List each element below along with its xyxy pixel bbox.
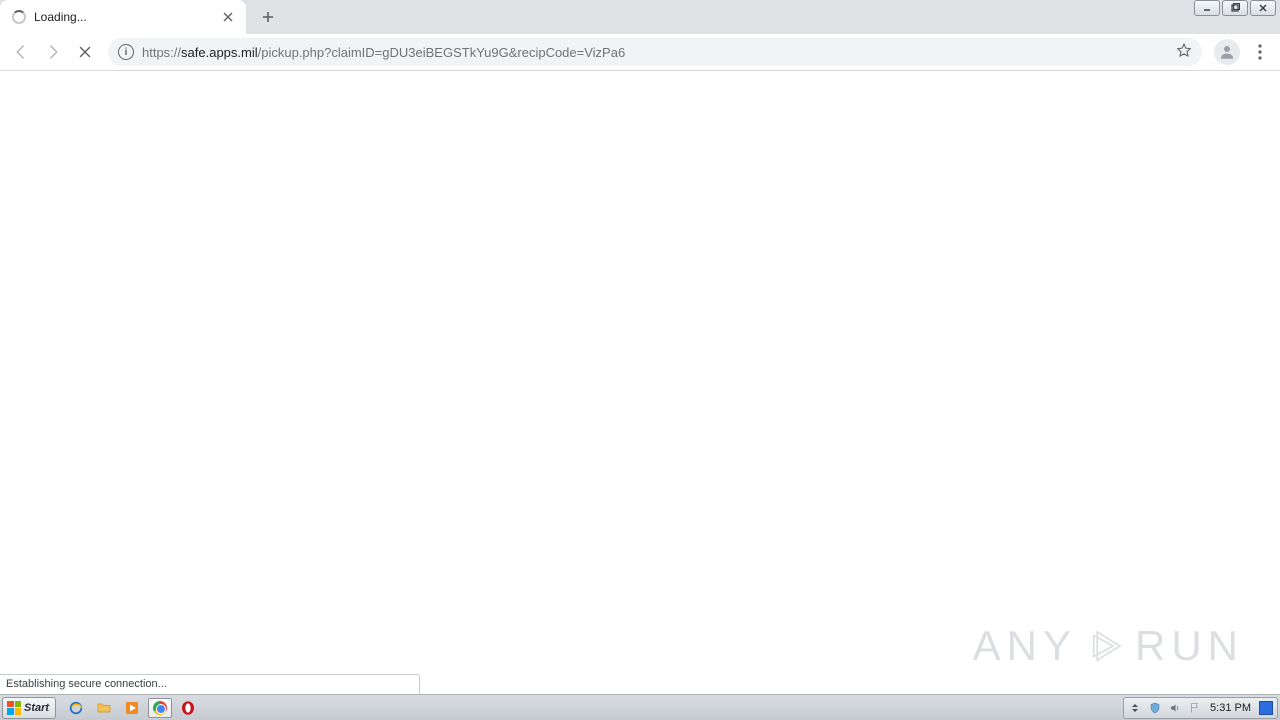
taskbar-media-icon[interactable] [120, 698, 144, 718]
taskbar: Start 5:31 PM [0, 694, 1280, 720]
tab-close-button[interactable] [220, 9, 236, 25]
url-text: https://safe.apps.mil/pickup.php?claimID… [142, 45, 1168, 60]
tray-expand-icon[interactable] [1128, 701, 1142, 715]
url-host: safe.apps.mil [181, 45, 258, 60]
tray-volume-icon[interactable] [1168, 701, 1182, 715]
browser-menu-button[interactable] [1246, 38, 1274, 66]
back-button[interactable] [6, 37, 36, 67]
url-path: /pickup.php?claimID=gDU3eiBEGSTkYu9G&rec… [258, 45, 626, 60]
window-maximize-button[interactable] [1222, 0, 1248, 16]
start-button[interactable]: Start [2, 697, 56, 719]
profile-avatar-button[interactable] [1214, 39, 1240, 65]
taskbar-opera-icon[interactable] [176, 698, 200, 718]
system-tray: 5:31 PM [1123, 697, 1278, 719]
browser-tab[interactable]: Loading... [0, 0, 246, 34]
quick-launch [64, 698, 200, 718]
forward-button[interactable] [38, 37, 68, 67]
status-text: Establishing secure connection... [6, 678, 167, 690]
tray-flag-icon[interactable] [1188, 701, 1202, 715]
window-minimize-button[interactable] [1194, 0, 1220, 16]
address-bar[interactable]: i https://safe.apps.mil/pickup.php?claim… [108, 38, 1202, 66]
taskbar-explorer-icon[interactable] [92, 698, 116, 718]
site-info-icon[interactable]: i [118, 44, 134, 60]
start-label: Start [24, 702, 49, 714]
chrome-logo-icon [153, 701, 167, 715]
taskbar-chrome-icon[interactable] [148, 698, 172, 718]
tab-title: Loading... [34, 10, 212, 24]
status-bar: Establishing secure connection... [0, 674, 420, 694]
taskbar-ie-icon[interactable] [64, 698, 88, 718]
window-controls [1194, 0, 1280, 18]
stop-button[interactable] [70, 37, 100, 67]
browser-toolbar: i https://safe.apps.mil/pickup.php?claim… [0, 34, 1280, 71]
page-content [0, 71, 1280, 694]
bookmark-star-icon[interactable] [1176, 42, 1192, 63]
url-scheme: https:// [142, 45, 181, 60]
window-close-button[interactable] [1250, 0, 1276, 16]
tray-clock[interactable]: 5:31 PM [1208, 702, 1253, 714]
windows-logo-icon [7, 701, 21, 715]
show-desktop-button[interactable] [1259, 701, 1273, 715]
tab-strip: Loading... [0, 0, 1280, 34]
new-tab-button[interactable] [254, 3, 282, 31]
tray-shield-icon[interactable] [1148, 701, 1162, 715]
loading-spinner-icon [12, 10, 26, 24]
